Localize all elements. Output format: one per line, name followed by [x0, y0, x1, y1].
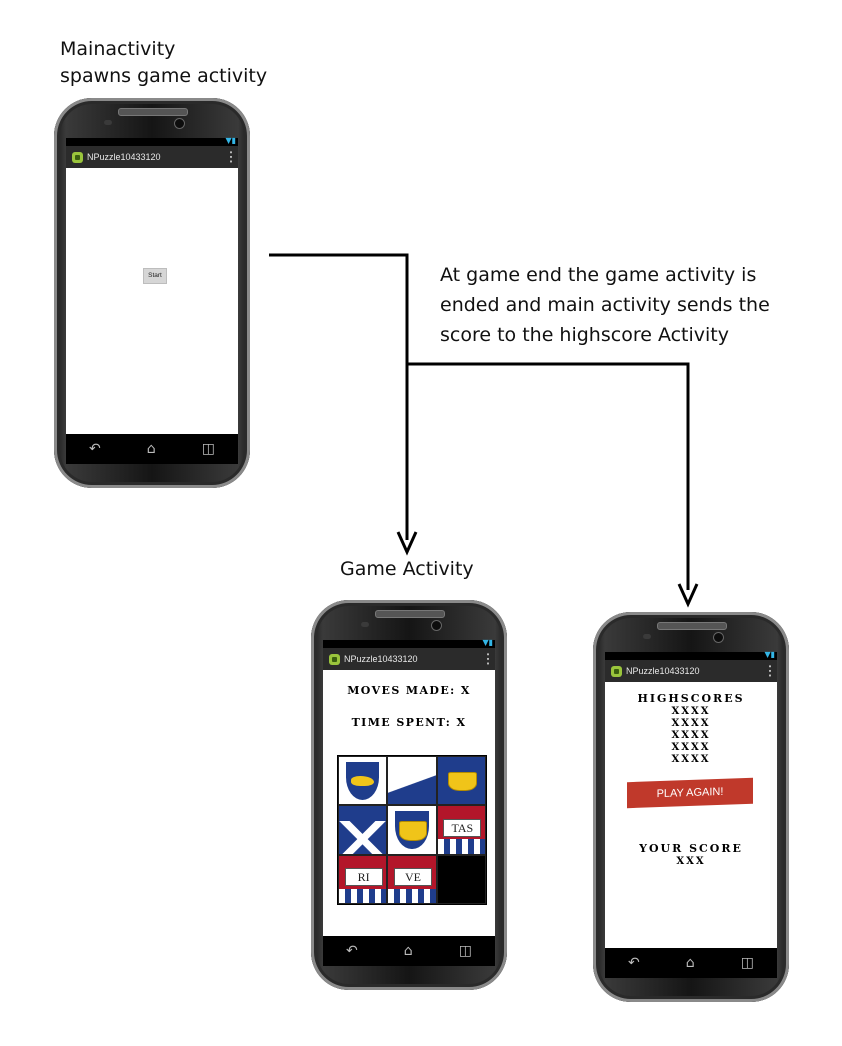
- caption-flow: At game end the game activity is ended a…: [440, 260, 770, 350]
- android-app-icon: [72, 151, 83, 163]
- puzzle-tile[interactable]: VE: [387, 854, 437, 904]
- phone-main-activity: ▼▮ NPuzzle10433120 Start ↶ ⌂ ◫: [54, 98, 250, 488]
- caption-main-activity: Mainactivity spawns game activity: [60, 36, 267, 90]
- android-app-icon: [329, 653, 340, 665]
- start-button[interactable]: Start: [143, 268, 167, 284]
- app-title: NPuzzle10433120: [626, 666, 700, 676]
- home-icon[interactable]: ⌂: [404, 943, 413, 959]
- play-again-button[interactable]: PLAY AGAIN!: [627, 777, 753, 809]
- wifi-battery-icon: ▼▮: [764, 650, 775, 659]
- action-bar: NPuzzle10433120: [66, 146, 238, 168]
- highscore-entry: XXXX: [671, 742, 711, 753]
- recents-icon[interactable]: ◫: [202, 441, 215, 457]
- caption-main-line2: spawns game activity: [60, 65, 268, 87]
- sensor: [361, 622, 369, 627]
- action-bar: NPuzzle10433120: [323, 648, 495, 670]
- book-banner: RI: [344, 867, 383, 887]
- game-screen: NPuzzle10433120 MOVES MADE: X TIME SPENT…: [323, 648, 495, 936]
- back-icon[interactable]: ↶: [346, 943, 358, 959]
- front-camera: [713, 632, 724, 643]
- speaker-grille: [118, 108, 188, 116]
- caption-flow-line1: At game end the game activity is: [440, 264, 757, 286]
- sensor: [104, 120, 112, 125]
- puzzle-tile[interactable]: TAS: [436, 805, 486, 855]
- app-title: NPuzzle10433120: [87, 152, 161, 162]
- puzzle-tile[interactable]: [387, 756, 437, 806]
- puzzle-tile[interactable]: [436, 756, 486, 806]
- wave-pattern: [388, 888, 436, 903]
- android-app-icon: [611, 665, 622, 677]
- home-icon[interactable]: ⌂: [147, 441, 156, 457]
- puzzle-tile[interactable]: [338, 805, 388, 855]
- puzzle-empty-slot[interactable]: [436, 854, 486, 904]
- highscore-entry: XXXX: [671, 730, 711, 741]
- main-screen: NPuzzle10433120 Start: [66, 146, 238, 434]
- caption-main-line1: Mainactivity: [60, 38, 176, 60]
- chevron-icon: [339, 820, 387, 854]
- overflow-menu-icon[interactable]: [769, 664, 771, 678]
- status-bar: ▼▮: [605, 650, 777, 660]
- basket-icon: [398, 821, 428, 841]
- status-bar: ▼▮: [66, 136, 238, 146]
- puzzle-tile[interactable]: [338, 756, 388, 806]
- speaker-grille: [657, 622, 727, 630]
- your-score-label: YOUR SCORE: [639, 842, 743, 855]
- arrowhead-game: [396, 531, 418, 556]
- front-camera: [431, 620, 442, 631]
- caption-flow-line2: ended and main activity sends the: [440, 294, 770, 316]
- wifi-battery-icon: ▼▮: [482, 638, 493, 647]
- front-camera: [174, 118, 185, 129]
- arrowhead-highscore: [677, 583, 699, 608]
- wifi-battery-icon: ▼▮: [225, 136, 236, 145]
- status-bar: ▼▮: [323, 638, 495, 648]
- phone-game-activity: ▼▮ NPuzzle10433120 MOVES MADE: X TIME SP…: [311, 600, 507, 990]
- moves-made-label: MOVES MADE: X: [347, 684, 471, 697]
- your-score-value: XXX: [676, 856, 706, 867]
- highscore-entry: XXXX: [671, 754, 711, 765]
- caption-flow-line3: score to the highscore Activity: [440, 324, 729, 346]
- wave-pattern: [437, 839, 485, 854]
- puzzle-grid: TAS RI VE: [337, 755, 487, 905]
- nav-bar: ↶ ⌂ ◫: [66, 434, 238, 464]
- highscore-entry: XXXX: [671, 706, 711, 717]
- action-bar: NPuzzle10433120: [605, 660, 777, 682]
- puzzle-tile[interactable]: [387, 805, 437, 855]
- nav-bar: ↶ ⌂ ◫: [605, 948, 777, 978]
- highscore-entry: XXXX: [671, 718, 711, 729]
- highscores-title: HIGHSCORES: [637, 692, 745, 705]
- overflow-menu-icon[interactable]: [487, 652, 489, 666]
- home-icon[interactable]: ⌂: [686, 955, 695, 971]
- highscore-screen: NPuzzle10433120 HIGHSCORES XXXX XXXX XXX…: [605, 660, 777, 948]
- connector-main-to-game: [269, 253, 409, 540]
- lamp-icon: [350, 775, 375, 787]
- sensor: [643, 634, 651, 639]
- book-banner: VE: [394, 867, 432, 887]
- puzzle-tile[interactable]: RI: [338, 854, 388, 904]
- back-icon[interactable]: ↶: [628, 955, 640, 971]
- app-title: NPuzzle10433120: [344, 654, 418, 664]
- back-icon[interactable]: ↶: [89, 441, 101, 457]
- recents-icon[interactable]: ◫: [459, 943, 472, 959]
- overflow-menu-icon[interactable]: [230, 150, 232, 164]
- wave-pattern: [339, 888, 387, 903]
- time-spent-label: TIME SPENT: X: [351, 716, 467, 729]
- caption-game-activity: Game Activity: [340, 558, 474, 580]
- basket-icon: [448, 772, 477, 792]
- recents-icon[interactable]: ◫: [741, 955, 754, 971]
- phone-highscore-activity: ▼▮ NPuzzle10433120 HIGHSCORES XXXX XXXX …: [593, 612, 789, 1002]
- nav-bar: ↶ ⌂ ◫: [323, 936, 495, 966]
- speaker-grille: [375, 610, 445, 618]
- book-banner: TAS: [443, 818, 482, 837]
